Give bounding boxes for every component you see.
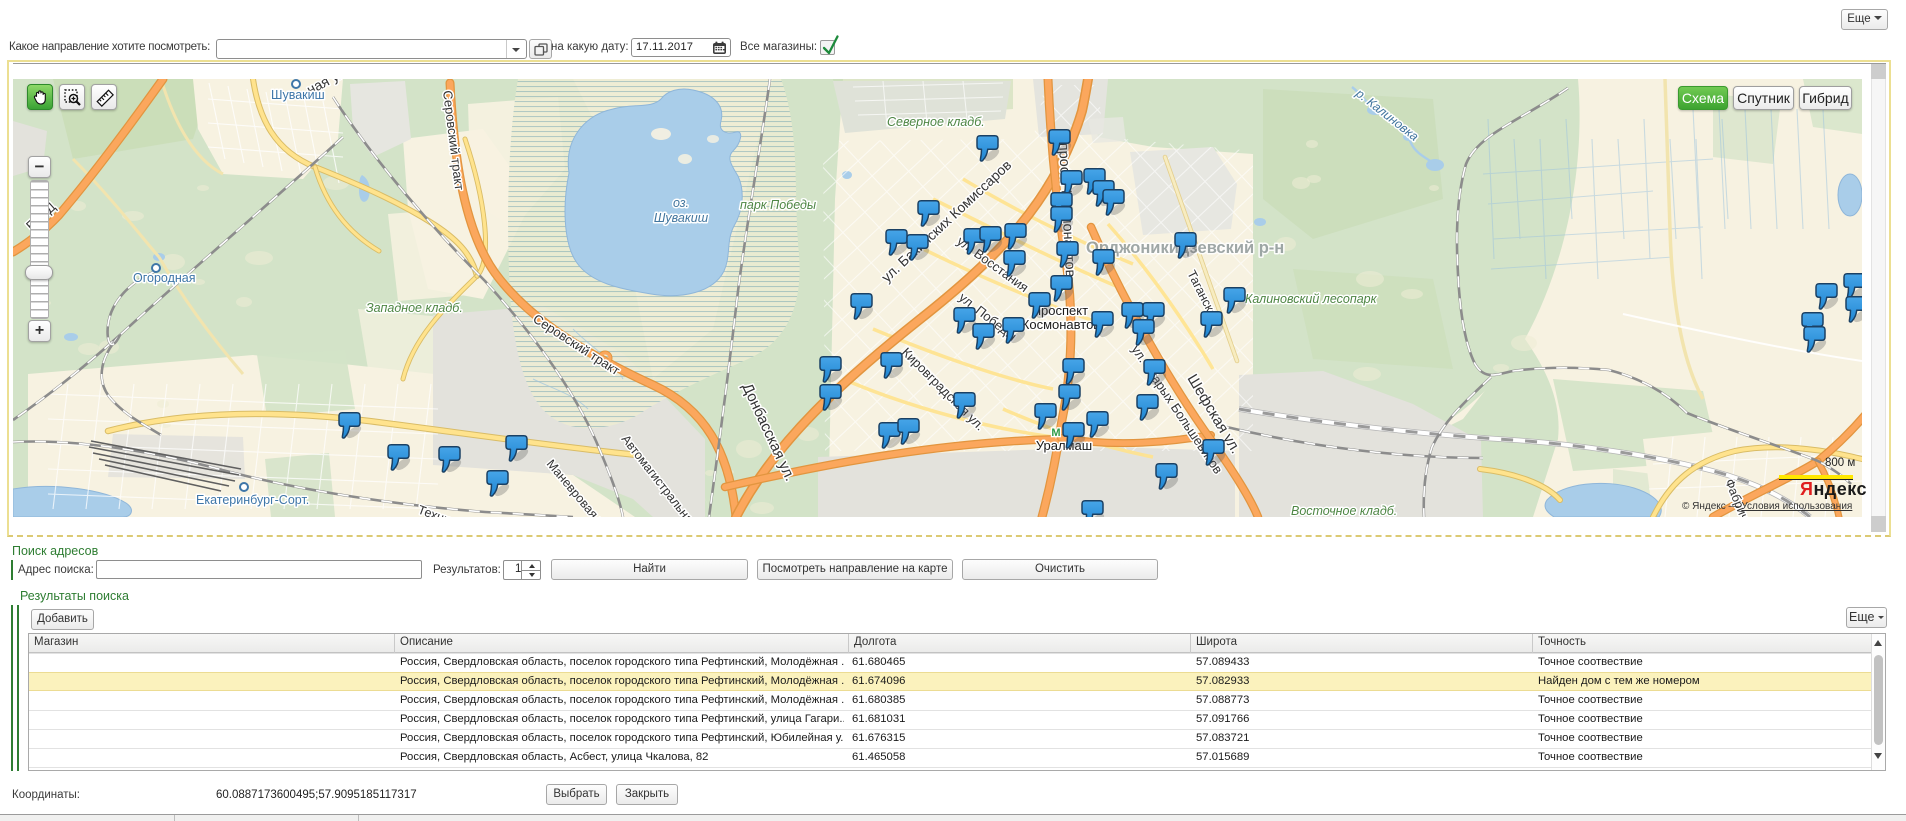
- svg-text:Северное кладб.: Северное кладб.: [887, 115, 985, 129]
- svg-text:оз.: оз.: [673, 196, 689, 210]
- svg-text:Космонавтов: Космонавтов: [1022, 317, 1101, 332]
- svg-text:парк Победы: парк Победы: [740, 198, 816, 212]
- svg-text:Калиновский лесопарк: Калиновский лесопарк: [1245, 292, 1378, 306]
- svg-text:Шувакиш: Шувакиш: [271, 88, 325, 102]
- svg-text:Западное кладб.: Западное кладб.: [366, 301, 463, 315]
- svg-text:Екатеринбург-Сорт.: Екатеринбург-Сорт.: [196, 493, 309, 507]
- svg-text:Восточное кладб.: Восточное кладб.: [1291, 504, 1397, 517]
- svg-text:Огородная: Огородная: [133, 271, 196, 285]
- svg-text:Шувакиш: Шувакиш: [654, 211, 709, 225]
